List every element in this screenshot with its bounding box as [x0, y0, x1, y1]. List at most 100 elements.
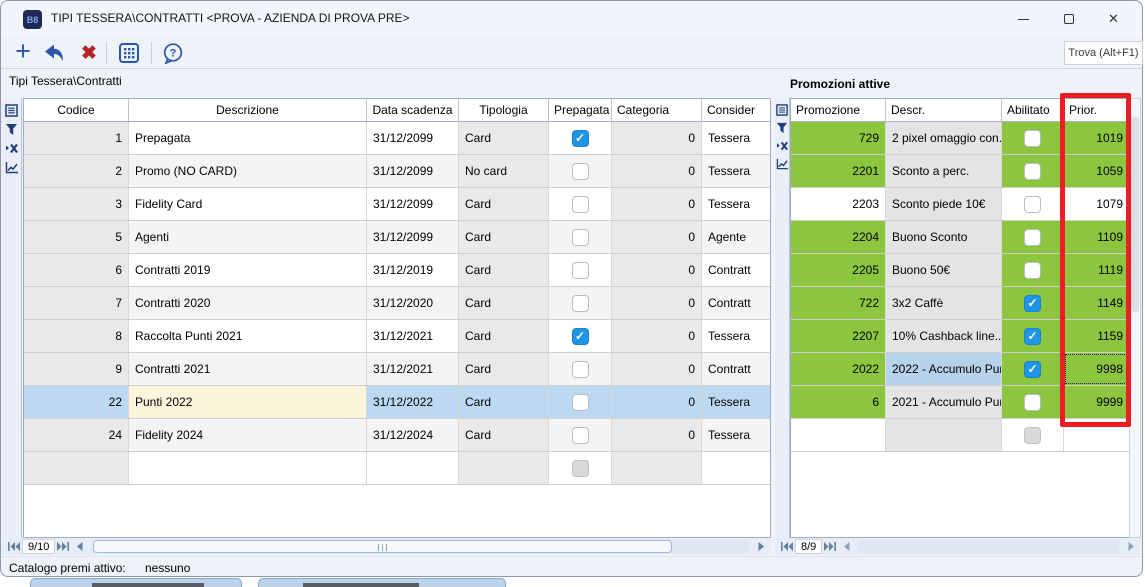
- grid-cell[interactable]: Buono Sconto: [886, 221, 1002, 253]
- grid-cell[interactable]: 2 pixel omaggio con...: [886, 122, 1002, 154]
- grid-cell[interactable]: 1119: [1064, 254, 1130, 286]
- grid-cell[interactable]: 2203: [791, 188, 886, 220]
- checkbox[interactable]: [1024, 295, 1041, 312]
- column-header[interactable]: Consider: [702, 99, 771, 121]
- grid-cell[interactable]: 2205: [791, 254, 886, 286]
- grid-cell[interactable]: 2022: [791, 353, 886, 385]
- grid-cell[interactable]: Punti 2022: [129, 386, 367, 418]
- clear-filter-icon[interactable]: [775, 140, 789, 152]
- checkbox[interactable]: [572, 394, 589, 411]
- table-row[interactable]: 8Raccolta Punti 202131/12/2021Card0Tesse…: [24, 320, 770, 353]
- grid-cell[interactable]: Contratti 2019: [129, 254, 367, 286]
- grid-cell[interactable]: 9999: [1064, 386, 1130, 418]
- grid-cell[interactable]: 7: [24, 287, 129, 319]
- grid-cell[interactable]: [549, 122, 612, 154]
- table-row[interactable]: 5Agenti31/12/2099Card0Agente: [24, 221, 770, 254]
- grid-cell[interactable]: 22: [24, 386, 129, 418]
- table-row[interactable]: 1Prepagata31/12/2099Card 0Tessera: [24, 122, 770, 155]
- grid-cell[interactable]: [1002, 419, 1064, 451]
- grid-cell[interactable]: [702, 452, 771, 484]
- grid-cell[interactable]: 0: [612, 155, 702, 187]
- grid-cell[interactable]: 0: [612, 419, 702, 451]
- grid-cell[interactable]: [549, 155, 612, 187]
- grid-cell[interactable]: [1002, 386, 1064, 418]
- checkbox[interactable]: [572, 130, 589, 147]
- grid-cell[interactable]: [1002, 221, 1064, 253]
- column-header[interactable]: Prior.: [1064, 99, 1130, 121]
- grid-cell[interactable]: [549, 320, 612, 352]
- grid-cell[interactable]: 1079: [1064, 188, 1130, 220]
- grid-cell[interactable]: 0: [612, 122, 702, 154]
- grid-cell[interactable]: 0: [612, 287, 702, 319]
- grid-cell[interactable]: [459, 452, 549, 484]
- first-record-button[interactable]: [779, 539, 795, 554]
- grid-cell[interactable]: [549, 221, 612, 253]
- scroll-right-button[interactable]: [753, 539, 769, 554]
- grid-cell[interactable]: Contratt: [702, 254, 771, 286]
- vertical-scrollbar-thumb[interactable]: [1131, 117, 1139, 312]
- grid-cell[interactable]: 722: [791, 287, 886, 319]
- grid-cell[interactable]: Card: [459, 221, 549, 253]
- checkbox[interactable]: [1024, 361, 1041, 378]
- column-header[interactable]: Prepagata: [549, 99, 612, 121]
- grid-cell[interactable]: 0: [612, 254, 702, 286]
- grid-cell[interactable]: 10% Cashback line...: [886, 320, 1002, 352]
- grid-cell[interactable]: 31/12/2099: [367, 188, 459, 220]
- grid-cell[interactable]: [886, 419, 1002, 451]
- grid-cell[interactable]: [612, 452, 702, 484]
- grid-cell[interactable]: 31/12/2022: [367, 386, 459, 418]
- grid-cell[interactable]: 729: [791, 122, 886, 154]
- table-row[interactable]: [24, 452, 770, 485]
- grid-cell[interactable]: Tessera: [702, 188, 771, 220]
- grid-cell[interactable]: 9: [24, 353, 129, 385]
- grid-cell[interactable]: Card: [459, 188, 549, 220]
- scroll-left-button[interactable]: [71, 539, 87, 554]
- grid-cell[interactable]: Fidelity Card: [129, 188, 367, 220]
- grid-cell[interactable]: Contratti 2021: [129, 353, 367, 385]
- grid-cell[interactable]: 1149: [1064, 287, 1130, 319]
- grid-cell[interactable]: [549, 353, 612, 385]
- grid-cell[interactable]: 2204: [791, 221, 886, 253]
- checkbox[interactable]: [572, 361, 589, 378]
- checkbox[interactable]: [572, 229, 589, 246]
- grid-cell[interactable]: 31/12/2099: [367, 221, 459, 253]
- grid-cell[interactable]: 1059: [1064, 155, 1130, 187]
- grid-cell[interactable]: 1019: [1064, 122, 1130, 154]
- grid-cell[interactable]: Contratti 2020: [129, 287, 367, 319]
- grid-cell[interactable]: 2201: [791, 155, 886, 187]
- grid-cell[interactable]: 0: [612, 353, 702, 385]
- maximize-button[interactable]: [1046, 1, 1091, 37]
- grid-cell[interactable]: [367, 452, 459, 484]
- first-record-button[interactable]: [6, 539, 22, 554]
- grid-cell[interactable]: 31/12/2020: [367, 287, 459, 319]
- delete-button[interactable]: ✖: [75, 37, 103, 69]
- filter-icon[interactable]: [2, 123, 21, 136]
- table-row[interactable]: 2205Buono 50€1119: [791, 254, 1140, 287]
- grid-cell[interactable]: Raccolta Punti 2021: [129, 320, 367, 352]
- grid-cell[interactable]: 8: [24, 320, 129, 352]
- column-header[interactable]: Data scadenza: [367, 99, 459, 121]
- table-row[interactable]: 3Fidelity Card31/12/2099Card0Tessera: [24, 188, 770, 221]
- table-row[interactable]: 7292 pixel omaggio con... 1019: [791, 122, 1140, 155]
- checkbox[interactable]: [1024, 328, 1041, 345]
- clear-filter-icon[interactable]: [2, 142, 21, 155]
- grid-cell[interactable]: Prepagata: [129, 122, 367, 154]
- grid-cell[interactable]: 3: [24, 188, 129, 220]
- grid-cell[interactable]: 2207: [791, 320, 886, 352]
- table-row[interactable]: 22Punti 202231/12/2022Card0Tessera: [24, 386, 770, 419]
- grid-cell[interactable]: Card: [459, 320, 549, 352]
- grid-cell[interactable]: 31/12/2099: [367, 122, 459, 154]
- grid-cell[interactable]: 1: [24, 122, 129, 154]
- grid-cell[interactable]: 2021 - Accumulo Punti: [886, 386, 1002, 418]
- horizontal-scrollbar-thumb[interactable]: [93, 540, 672, 553]
- grid-cell[interactable]: Tessera: [702, 122, 771, 154]
- grid-cell[interactable]: Fidelity 2024: [129, 419, 367, 451]
- grid-cell[interactable]: 0: [612, 221, 702, 253]
- filter-icon[interactable]: [775, 122, 789, 134]
- table-row[interactable]: 6Contratti 201931/12/2019Card0Contratt: [24, 254, 770, 287]
- grid-cell[interactable]: Card: [459, 353, 549, 385]
- grid-cell[interactable]: Card: [459, 122, 549, 154]
- column-header[interactable]: Promozione: [791, 99, 886, 121]
- grid-cell[interactable]: [1002, 254, 1064, 286]
- checkbox[interactable]: [572, 295, 589, 312]
